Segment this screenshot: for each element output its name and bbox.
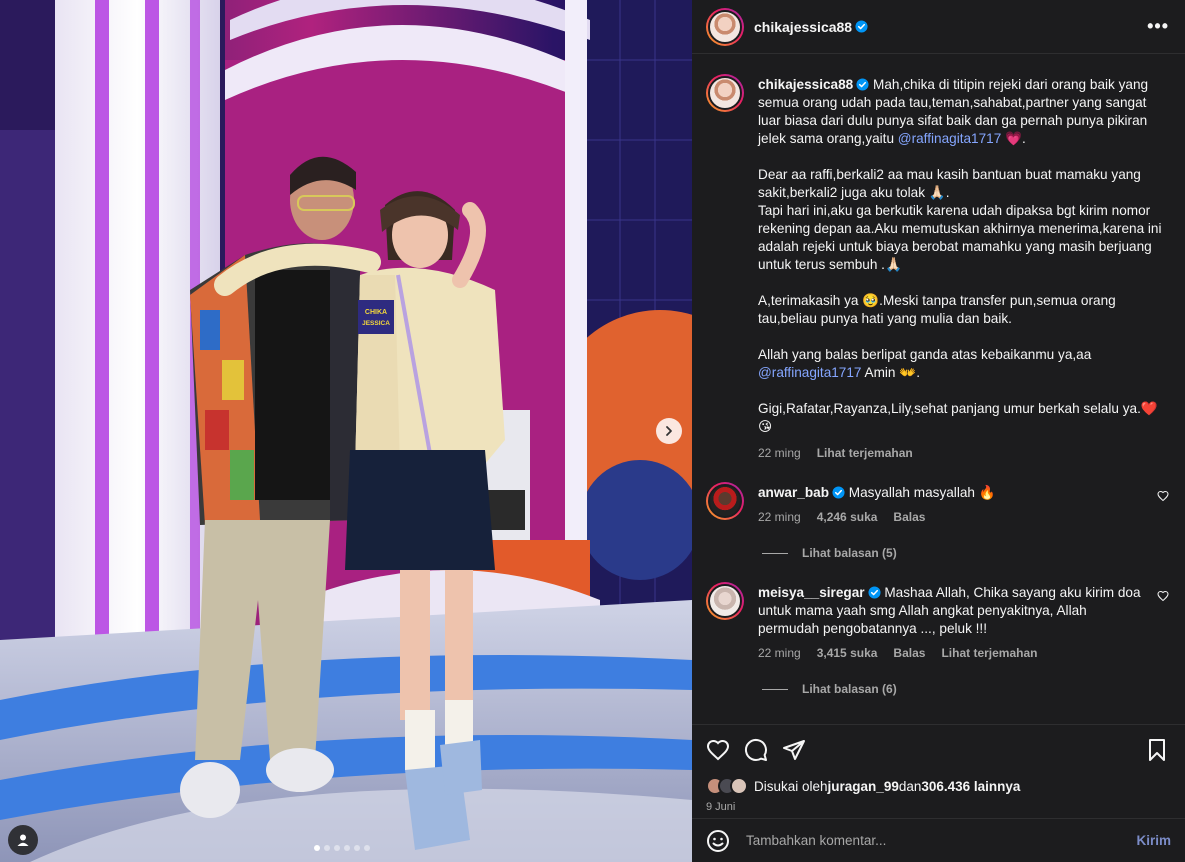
author-avatar[interactable] — [706, 74, 744, 112]
name-tag: CHIKA JESSICA — [358, 300, 394, 334]
comment-meta: 22 ming 3,415 suka Balas Lihat terjemaha… — [758, 646, 1147, 660]
mention-link[interactable]: @raffinagita1717 — [758, 365, 862, 380]
emoji-icon[interactable] — [706, 829, 730, 853]
see-translation-link[interactable]: Lihat terjemahan — [941, 646, 1037, 660]
view-replies-button[interactable]: Lihat balasan (6) — [762, 682, 1169, 696]
liker-username[interactable]: juragan_99 — [828, 779, 899, 794]
carousel-dot — [354, 845, 360, 851]
verified-icon — [856, 78, 869, 91]
comment-time[interactable]: 22 ming — [758, 646, 801, 660]
action-icons — [706, 735, 1169, 765]
post-comment-button[interactable]: Kirim — [1136, 833, 1171, 848]
next-photo-button[interactable] — [656, 418, 682, 444]
comment-icon[interactable] — [744, 738, 768, 762]
caption-meta: 22 ming Lihat terjemahan — [758, 446, 1169, 460]
user-tag-icon — [17, 834, 29, 846]
comment-body: Masyallah masyallah 🔥 — [848, 485, 996, 500]
comment: meisya__siregar Mashaa Allah, Chika saya… — [706, 582, 1169, 660]
comment-text: meisya__siregar Mashaa Allah, Chika saya… — [758, 584, 1147, 638]
caption-time[interactable]: 22 ming — [758, 446, 801, 460]
caption-paragraph: Amin 👐. — [861, 365, 920, 380]
carousel-dot — [334, 845, 340, 851]
comment-heart-icon[interactable] — [1157, 490, 1169, 502]
carousel-indicator — [314, 845, 370, 851]
caption-username[interactable]: chikajessica88 — [758, 77, 853, 92]
verified-icon — [832, 486, 845, 499]
bookmark-icon[interactable] — [1145, 738, 1169, 762]
comment-username[interactable]: meisya__siregar — [758, 585, 865, 600]
instagram-post-modal: CHIKA JESSICA chikajessica88 ••• chikaje… — [0, 0, 1185, 862]
see-translation-link[interactable]: Lihat terjemahan — [817, 446, 913, 460]
caption-paragraph: Dear aa raffi,berkali2 aa mau kasih bant… — [758, 167, 1162, 272]
reply-button[interactable]: Balas — [893, 646, 925, 660]
comment-meta: 22 ming 4,246 suka Balas — [758, 510, 1147, 524]
commenter-avatar[interactable] — [706, 482, 744, 520]
share-icon[interactable] — [782, 738, 806, 762]
caption-paragraph: 💗. — [1001, 131, 1026, 146]
carousel-dot — [364, 845, 370, 851]
liker-avatars[interactable] — [706, 777, 748, 795]
view-replies-label: Lihat balasan (6) — [802, 682, 897, 696]
reply-button[interactable]: Balas — [893, 510, 925, 524]
comment-text: anwar_bab Masyallah masyallah 🔥 — [758, 484, 1147, 502]
post-photo: CHIKA JESSICA — [0, 0, 692, 862]
comment-like-count[interactable]: 4,246 suka — [817, 510, 878, 524]
more-icon[interactable]: ••• — [1147, 16, 1169, 37]
caption-text: chikajessica88 Mah,chika di titipin reje… — [758, 76, 1169, 436]
comment-input[interactable] — [746, 833, 1137, 848]
likes-count[interactable]: 306.436 lainnya — [921, 779, 1020, 794]
carousel-dot — [324, 845, 330, 851]
view-replies-button[interactable]: Lihat balasan (5) — [762, 546, 1169, 560]
verified-icon — [868, 586, 881, 599]
verified-icon — [855, 20, 868, 33]
view-replies-label: Lihat balasan (5) — [802, 546, 897, 560]
svg-text:JESSICA: JESSICA — [362, 320, 390, 327]
caption-paragraph: Gigi,Rafatar,Rayanza,Lily,sehat panjang … — [758, 401, 1158, 434]
carousel-dot — [314, 845, 320, 851]
mention-link[interactable]: @raffinagita1717 — [898, 131, 1002, 146]
carousel-dot — [344, 845, 350, 851]
caption-paragraph: A,terimakasih ya 🥹.Meski tanpa transfer … — [758, 293, 1120, 326]
likes-prefix: Disukai oleh — [754, 778, 828, 794]
post-caption: chikajessica88 Mah,chika di titipin reje… — [706, 74, 1169, 460]
likes-summary: Disukai oleh juragan_99 dan 306.436 lain… — [706, 777, 1169, 795]
comment: anwar_bab Masyallah masyallah 🔥 22 ming … — [706, 482, 1169, 524]
comment-time[interactable]: 22 ming — [758, 510, 801, 524]
chevron-right-icon — [666, 426, 672, 436]
author-avatar[interactable] — [706, 7, 744, 46]
tagged-users-button[interactable] — [8, 825, 38, 855]
heart-icon[interactable] — [706, 738, 730, 762]
post-side-panel: chikajessica88 ••• chikajessica88 Mah,ch… — [692, 0, 1185, 862]
comment-composer: Kirim — [692, 818, 1185, 862]
caption-paragraph: Allah yang balas berlipat ganda atas keb… — [758, 347, 1096, 362]
commenter-avatar[interactable] — [706, 582, 744, 620]
comment-username[interactable]: anwar_bab — [758, 485, 829, 500]
comments-scroll[interactable]: chikajessica88 Mah,chika di titipin reje… — [692, 54, 1185, 724]
likes-mid: dan — [898, 778, 922, 794]
comment-like-count[interactable]: 3,415 suka — [817, 646, 878, 660]
svg-text:CHIKA: CHIKA — [365, 309, 387, 316]
post-date[interactable]: 9 Juni — [706, 801, 1169, 813]
comment-heart-icon[interactable] — [1157, 590, 1169, 602]
post-header: chikajessica88 ••• — [692, 0, 1185, 54]
studio-photo: CHIKA JESSICA — [0, 0, 692, 862]
author-username[interactable]: chikajessica88 — [754, 19, 852, 35]
